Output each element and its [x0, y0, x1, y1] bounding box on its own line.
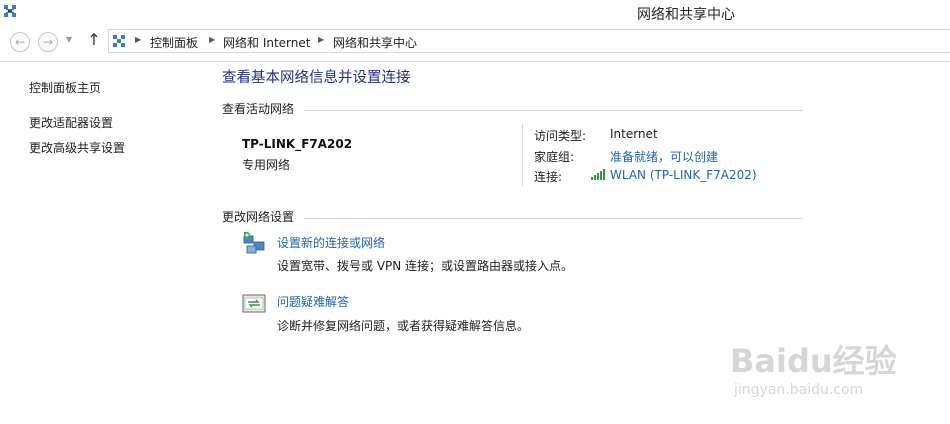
navigation-bar: ← → ▼ ↑ ▶ 控制面板 ▶ 网络和 Internet ▶ 网络和共享中心	[0, 24, 950, 62]
window-title: 网络和共享中心	[637, 7, 735, 23]
breadcrumb-separator-icon[interactable]: ▶	[209, 35, 215, 44]
watermark-brand: Baidu经验	[730, 342, 897, 380]
connection-link[interactable]: WLAN (TP-LINK_F7A202)	[610, 168, 757, 182]
title-bar: 网络和共享中心	[0, 0, 950, 24]
section-divider	[304, 218, 803, 219]
troubleshoot-icon	[242, 294, 266, 313]
page-title: 查看基本网络信息并设置连接	[222, 70, 411, 86]
network-category: 专用网络	[242, 158, 291, 172]
breadcrumb-network-sharing-center[interactable]: 网络和共享中心	[333, 34, 417, 51]
watermark: Baidu经验 jingyan.baidu.com	[730, 336, 940, 406]
breadcrumb-separator-icon[interactable]: ▶	[318, 35, 324, 44]
breadcrumb-control-panel[interactable]: 控制面板	[150, 34, 198, 51]
wifi-signal-icon	[591, 169, 605, 180]
address-bar[interactable]: ▶ 控制面板 ▶ 网络和 Internet ▶ 网络和共享中心	[108, 29, 950, 53]
watermark-url: jingyan.baidu.com	[734, 382, 864, 398]
network-name: TP-LINK_F7A202	[242, 137, 353, 151]
chevron-down-icon[interactable]: ▼	[66, 35, 72, 44]
back-arrow-icon[interactable]: ←	[10, 32, 30, 52]
sidebar-item-change-adapter-settings[interactable]: 更改适配器设置	[29, 114, 113, 131]
homegroup-link[interactable]: 准备就绪，可以创建	[610, 148, 718, 165]
troubleshoot-description: 诊断并修复网络问题，或者获得疑难解答信息。	[277, 319, 530, 333]
up-arrow-icon[interactable]: ↑	[86, 30, 102, 50]
change-settings-heading: 更改网络设置	[222, 210, 295, 224]
forward-arrow-icon[interactable]: →	[38, 32, 58, 52]
sidebar-item-change-advanced-sharing[interactable]: 更改高级共享设置	[29, 139, 125, 156]
troubleshoot-link[interactable]: 问题疑难解答	[277, 293, 349, 310]
vertical-divider	[522, 124, 523, 186]
access-type-label: 访问类型:	[534, 129, 587, 143]
active-networks-heading: 查看活动网络	[222, 102, 295, 116]
sidebar-item-control-panel-home[interactable]: 控制面板主页	[29, 79, 101, 96]
breadcrumb-network-internet[interactable]: 网络和 Internet	[223, 34, 310, 51]
access-type-value: Internet	[610, 127, 658, 141]
setup-connection-link[interactable]: 设置新的连接或网络	[277, 234, 385, 251]
setup-connection-description: 设置宽带、拨号或 VPN 连接；或设置路由器或接入点。	[277, 259, 574, 273]
sidebar: 控制面板主页 更改适配器设置 更改高级共享设置	[0, 62, 210, 424]
section-divider	[304, 110, 803, 111]
breadcrumb-separator-icon[interactable]: ▶	[135, 35, 141, 44]
new-connection-icon	[243, 232, 265, 254]
network-center-icon	[113, 35, 125, 47]
homegroup-label: 家庭组:	[534, 150, 575, 164]
connection-label: 连接:	[534, 170, 563, 184]
